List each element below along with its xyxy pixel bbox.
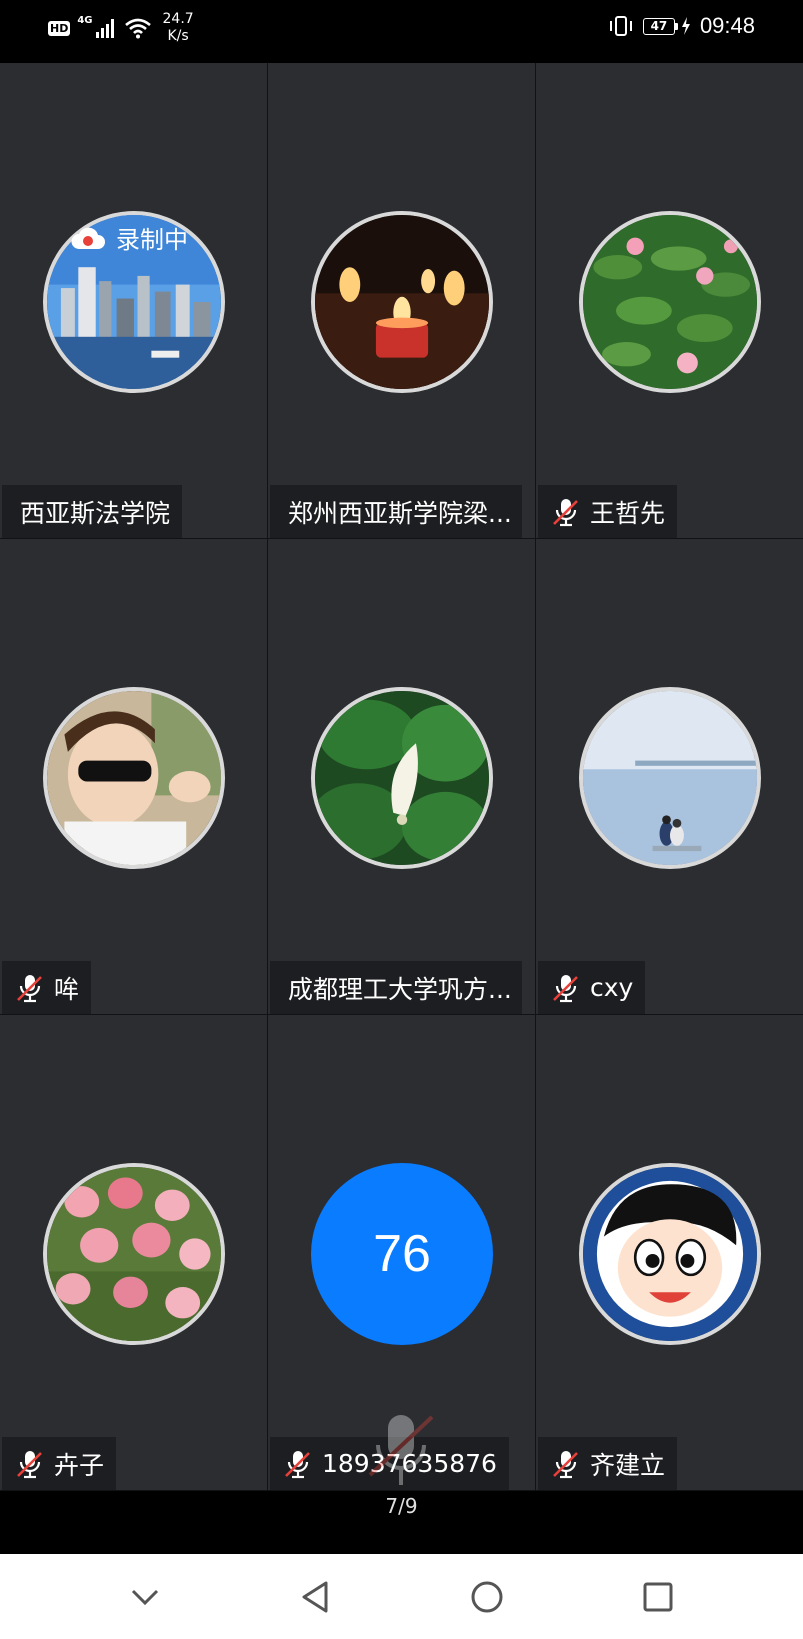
participant-name-tag: cxy	[538, 961, 646, 1014]
mic-muted-icon	[553, 498, 578, 526]
participant-name-tag: 哞	[2, 961, 92, 1014]
recording-label: 录制中	[116, 226, 188, 254]
participant-tile[interactable]: 卉子	[0, 1015, 267, 1490]
participant-tile[interactable]: 齐建立	[536, 1015, 803, 1490]
mic-muted-icon	[17, 1450, 42, 1478]
participant-name: cxy	[590, 973, 634, 1002]
system-nav-bar	[0, 1554, 803, 1639]
participant-grid: 录制中 西亚斯法学院 郑州西亚斯学院梁... 王哲先 哞 成都理工大学巩方...…	[0, 63, 803, 1491]
participant-name: 王哲先	[590, 498, 666, 528]
signal-icon	[95, 19, 114, 38]
avatar	[579, 687, 761, 869]
mic-muted-icon	[285, 1450, 310, 1478]
participant-tile[interactable]: 录制中 西亚斯法学院	[0, 63, 267, 538]
participant-name-tag: 齐建立	[538, 1437, 678, 1490]
network-type: 4G	[77, 14, 93, 26]
participant-name: 西亚斯法学院	[20, 498, 171, 528]
participant-tile[interactable]: 郑州西亚斯学院梁...	[268, 63, 535, 538]
participant-tile[interactable]: 成都理工大学巩方...	[268, 539, 535, 1014]
avatar	[579, 1163, 761, 1345]
battery-icon: 47	[642, 17, 691, 35]
participant-name: 齐建立	[590, 1450, 666, 1480]
participant-name: 卉子	[54, 1450, 105, 1480]
wifi-icon	[124, 18, 151, 39]
participant-name-tag: 郑州西亚斯学院梁...	[270, 485, 522, 538]
participant-tile[interactable]: cxy	[536, 539, 803, 1014]
participant-name: 成都理工大学巩方...	[288, 974, 512, 1004]
participant-tile[interactable]: 哞	[0, 539, 267, 1014]
participant-name-tag: 西亚斯法学院	[2, 485, 183, 538]
home-circle-icon	[471, 1581, 503, 1612]
home-button[interactable]	[465, 1575, 509, 1619]
back-triangle-icon	[302, 1581, 328, 1612]
mute-toggle-icon[interactable]	[368, 1405, 434, 1493]
participant-name: 郑州西亚斯学院梁...	[288, 498, 512, 528]
network-speed: 24.7 K/s	[162, 11, 194, 44]
back-button[interactable]	[294, 1575, 338, 1619]
avatar	[43, 687, 225, 869]
clock: 09:48	[699, 13, 755, 38]
recents-square-icon	[643, 1582, 673, 1611]
status-bar: HD 4G 24.7 K/s 47 09:48	[0, 0, 803, 63]
vibrate-icon	[609, 16, 632, 36]
avatar	[579, 211, 761, 393]
participant-name-tag: 成都理工大学巩方...	[270, 961, 522, 1014]
charging-icon	[681, 17, 690, 35]
mic-muted-icon	[553, 1450, 578, 1478]
participant-name-tag: 卉子	[2, 1437, 117, 1490]
participant-name-tag: 王哲先	[538, 485, 678, 538]
mic-muted-icon	[553, 974, 578, 1002]
participant-name: 哞	[54, 974, 80, 1004]
page-indicator: 7/9	[0, 1491, 803, 1554]
cloud-record-icon	[71, 227, 105, 249]
hide-keyboard-button[interactable]	[123, 1575, 167, 1619]
participant-tile[interactable]: 王哲先	[536, 63, 803, 538]
avatar	[43, 1163, 225, 1345]
hd-badge: HD	[48, 20, 71, 36]
recording-indicator: 录制中	[70, 220, 188, 255]
avatar	[311, 211, 493, 393]
avatar	[311, 687, 493, 869]
chevron-down-icon	[132, 1589, 159, 1605]
mic-muted-icon	[17, 974, 42, 1002]
avatar-initials: 76	[311, 1163, 493, 1345]
recents-button[interactable]	[636, 1575, 680, 1619]
